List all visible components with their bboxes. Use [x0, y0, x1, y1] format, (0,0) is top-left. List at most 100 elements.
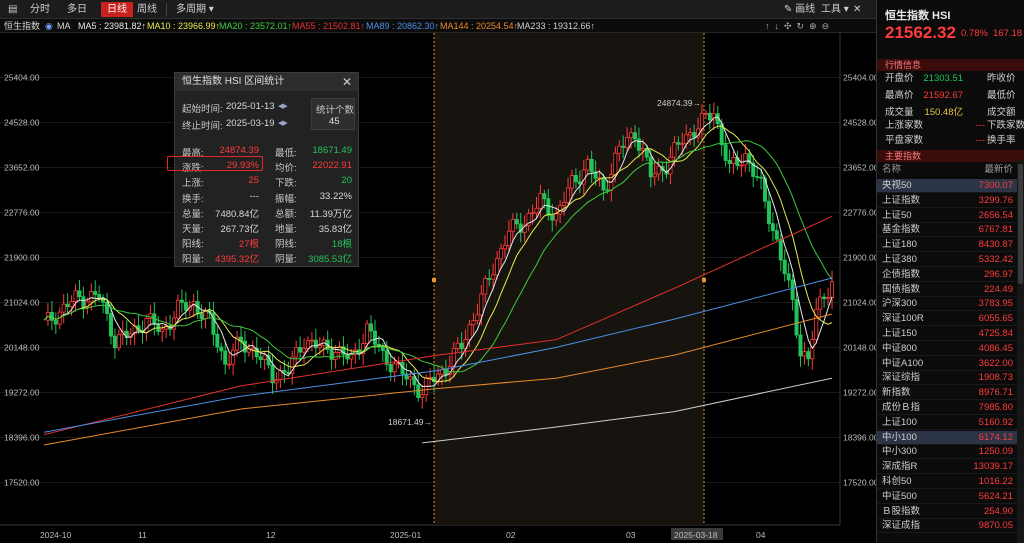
stat-label: 阴量:: [275, 254, 297, 266]
last-price: 21562.32: [885, 23, 956, 42]
index-list-item[interactable]: 央视50 7300.07: [877, 179, 1017, 193]
index-list-item[interactable]: 中证800 4086.45: [877, 342, 1017, 356]
stat-value: 25: [248, 175, 259, 187]
candle-body: [73, 290, 78, 302]
candle-body: [585, 158, 590, 171]
index-list-item[interactable]: 上证180 8430.87: [877, 238, 1017, 253]
ma-indicator-bar: 恒生指数 ◉ MA MA5 : 23981.82↑ MA10 : 23966.9…: [0, 19, 876, 33]
stat-label: 下跌:: [275, 178, 297, 190]
index-name: Ｂ股指数: [882, 505, 921, 517]
candle-body: [491, 274, 496, 280]
end-date-value[interactable]: 2025-03-19: [226, 118, 275, 129]
candle-body: [546, 198, 551, 216]
tab-daily[interactable]: 日线: [101, 2, 133, 17]
y-tick-label-right: 17520.00: [843, 478, 876, 488]
candle-body: [703, 112, 708, 115]
candle-body: [727, 159, 732, 165]
index-list-item[interactable]: Ｂ股指数 254.90: [877, 505, 1017, 519]
index-list-item[interactable]: 中证500 5624.21: [877, 490, 1017, 504]
candle-body: [790, 279, 795, 300]
index-list-item[interactable]: 上证指数 3299.76: [877, 194, 1017, 208]
y-tick-label-left: 20148.00: [4, 343, 40, 353]
stat-value: 27根: [238, 239, 259, 251]
index-list-item[interactable]: 沪深300 3783.95: [877, 297, 1017, 312]
candle-body: [707, 112, 712, 121]
candle-body: [416, 384, 421, 398]
start-date-value[interactable]: 2025-01-13: [226, 101, 275, 112]
count-value: 45: [329, 116, 340, 127]
candle-body: [534, 207, 539, 214]
index-list-item[interactable]: 基金指数 6767.81: [877, 223, 1017, 238]
stat-label: 阳量:: [182, 254, 204, 266]
candle-body: [116, 333, 121, 349]
layout-icon[interactable]: ▤: [2, 2, 23, 17]
index-list-item[interactable]: 成份Ｂ指 7985.80: [877, 401, 1017, 415]
multi-period-dropdown[interactable]: 多周期 ▾: [170, 2, 220, 17]
index-list-item[interactable]: 国债指数 224.49: [877, 283, 1017, 297]
candle-body: [89, 291, 94, 303]
panel-title: 恒生指数 HSI: [885, 10, 951, 22]
tab-multi-day[interactable]: 多日: [61, 2, 93, 17]
index-list-item[interactable]: 上证50 2656.54: [877, 209, 1017, 223]
index-list-item[interactable]: 深证综指 1908.73: [877, 371, 1017, 386]
chart-canvas[interactable]: 25404.00 25404.00 24528.00 24528.00 23652.00…: [0, 33, 876, 543]
stat-value: 4395.32亿: [215, 254, 259, 266]
index-price: 9870.05: [978, 520, 1013, 532]
range-stats-dialog: 恒生指数 HSI 区间统计 ✕ 起始时间: 2025-01-13 ◀▶ 终止时间…: [167, 72, 359, 267]
index-list-item[interactable]: 中小100 6174.12: [877, 430, 1017, 445]
tab-weekly[interactable]: 周线: [131, 2, 163, 17]
tab-intraday[interactable]: 分时: [24, 2, 56, 17]
stat-value: 7480.84亿: [215, 208, 259, 220]
start-time-label: 起始时间:: [182, 104, 223, 115]
candle-body: [384, 350, 389, 365]
candle-body: [786, 273, 791, 281]
index-list-item[interactable]: 上证380 5332.42: [877, 253, 1017, 267]
candlestick-chart[interactable]: 25404.00 25404.00 24528.00 24528.00 23652.00…: [0, 33, 876, 543]
index-list-item[interactable]: 上证150 4725.84: [877, 327, 1017, 341]
index-list-scrollbar[interactable]: [1017, 160, 1024, 543]
stat-label: 地量:: [275, 224, 297, 235]
stat-label: 均价:: [275, 163, 297, 175]
chart-control-icons[interactable]: ↑↓✣↻⊕⊖: [765, 19, 834, 33]
stat-value: 11.39万亿: [309, 208, 352, 220]
candle-body: [298, 347, 303, 353]
candle-body: [510, 219, 515, 232]
end-date-stepper-icon[interactable]: ◀▶: [278, 119, 288, 127]
y-tick-label-right: 24528.00: [843, 118, 876, 128]
candle-body: [550, 214, 555, 221]
candle-body: [81, 296, 86, 308]
high-annotation: 24874.39→: [657, 98, 701, 108]
index-list-item[interactable]: 深证100R 6055.65: [877, 312, 1017, 327]
candle-body: [144, 318, 149, 334]
start-date-stepper-icon[interactable]: ◀▶: [278, 102, 288, 110]
stat-value: 20: [341, 175, 352, 187]
index-list-item[interactable]: 深证成指 9870.05: [877, 519, 1017, 534]
quote-label: 开盘价: [885, 73, 914, 84]
stat-value: 18671.49: [312, 145, 352, 156]
index-list-item[interactable]: 深成指R 13039.17: [877, 460, 1017, 475]
candle-body: [112, 335, 117, 349]
tools-menu-button[interactable]: 工具 ▾: [815, 2, 855, 17]
index-list-item[interactable]: 中证A100 3622.00: [877, 357, 1017, 371]
index-list-item[interactable]: 中小300 1250.09: [877, 445, 1017, 460]
index-list-item[interactable]: 新指数 8976.71: [877, 386, 1017, 401]
candle-body: [802, 351, 807, 357]
y-tick-label-right: 18396.00: [843, 433, 876, 443]
major-index-header[interactable]: 主要指数: [877, 150, 1024, 162]
index-list-item[interactable]: 科创50 1016.22: [877, 475, 1017, 489]
candle-body: [282, 369, 287, 373]
candle-body: [250, 347, 255, 350]
eye-icon[interactable]: ◉: [45, 19, 53, 33]
quote-info-header[interactable]: 行情信息: [877, 59, 1024, 71]
candle-body: [502, 245, 507, 250]
candle-body: [656, 166, 661, 175]
breadth-label: 平盘家数: [885, 135, 924, 146]
candle-body: [538, 193, 543, 209]
close-icon[interactable]: ✕: [342, 75, 352, 89]
index-list-item[interactable]: 上证100 5160.92: [877, 416, 1017, 430]
close-panel-icon[interactable]: ✕: [851, 2, 863, 17]
index-name: 成份Ｂ指: [882, 402, 921, 413]
index-price: 5332.42: [978, 254, 1013, 265]
index-list-item[interactable]: 企债指数 296.97: [877, 268, 1017, 282]
index-name: 中小100: [882, 431, 917, 443]
